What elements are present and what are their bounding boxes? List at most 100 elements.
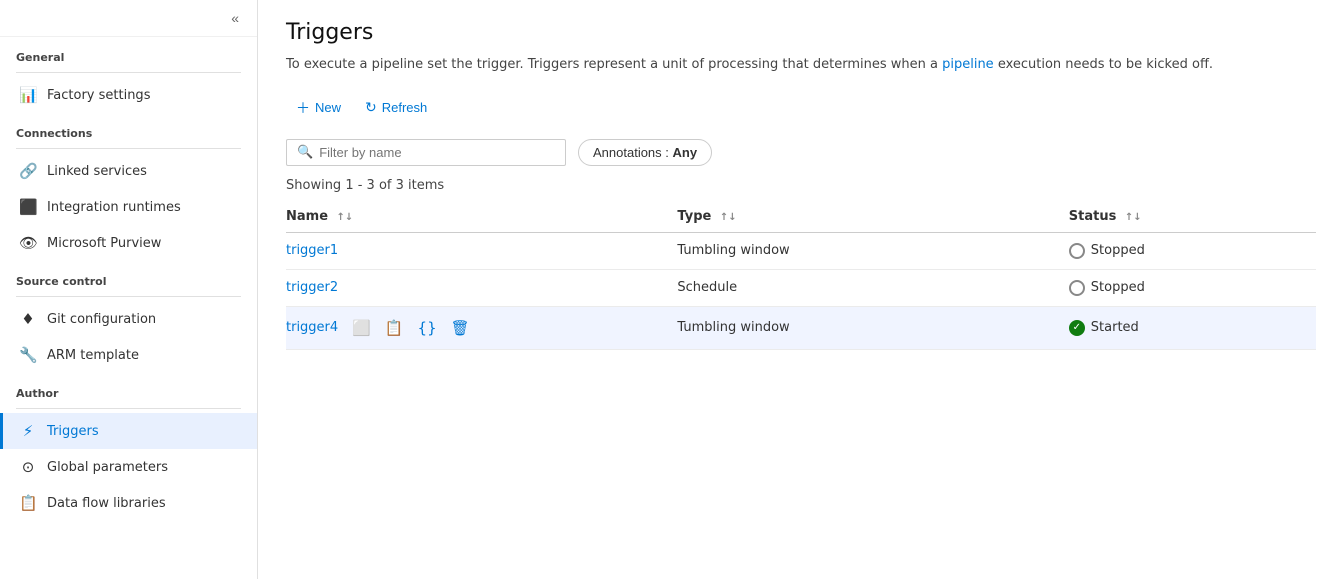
sidebar-item-label: Git configuration — [47, 312, 156, 327]
annotations-label: Annotations — [593, 145, 662, 160]
sidebar-item-integration-runtimes[interactable]: ⬛ Integration runtimes — [0, 189, 257, 225]
row-action-delete-icon[interactable]: 🗑 — [447, 317, 474, 339]
search-icon: 🔍 — [297, 145, 313, 160]
filter-input-wrapper: 🔍 — [286, 139, 566, 166]
sidebar-item-label: Triggers — [47, 424, 99, 439]
sidebar-collapse-control: « — [0, 0, 257, 37]
desc-text-2: execution needs to be kicked off. — [994, 57, 1213, 72]
page-description: To execute a pipeline set the trigger. T… — [286, 55, 1316, 75]
col-type-sort-icon: ↑↓ — [720, 212, 737, 223]
new-label: New — [315, 100, 341, 115]
filter-row: 🔍 Annotations : Any — [286, 139, 1316, 166]
annotations-filter-button[interactable]: Annotations : Any — [578, 139, 712, 166]
section-label-source-control: Source control — [0, 261, 257, 292]
triggers-table: Name ↑↓ Type ↑↓ Status ↑↓ trigger1 Tum — [286, 201, 1316, 350]
count-label: Showing 1 - 3 of 3 items — [286, 178, 1316, 193]
divider-general — [16, 72, 241, 73]
annotations-colon: : — [665, 145, 672, 160]
new-icon: ＋ — [296, 98, 310, 118]
row-name-cell: trigger2 — [286, 269, 677, 306]
row-actions: ⬜ 📋 {} 🗑 — [348, 317, 474, 339]
integration-runtimes-icon: ⬛ — [19, 198, 37, 216]
triggers-icon: ⚡ — [19, 422, 37, 440]
stopped-icon-2 — [1069, 280, 1085, 296]
refresh-button[interactable]: ↻ Refresh — [355, 94, 437, 121]
sidebar-item-triggers[interactable]: ⚡ Triggers — [0, 413, 257, 449]
started-icon — [1069, 320, 1085, 336]
status-stopped-1: Stopped — [1069, 243, 1304, 259]
col-name-sort-icon: ↑↓ — [337, 212, 354, 223]
sidebar-item-label: Microsoft Purview — [47, 236, 161, 251]
sidebar-item-microsoft-purview[interactable]: 👁 Microsoft Purview — [0, 225, 257, 261]
pipeline-link[interactable]: pipeline — [942, 57, 994, 72]
global-params-icon: ⊙ — [19, 458, 37, 476]
status-label-3: Started — [1091, 320, 1139, 335]
sidebar-item-linked-services[interactable]: 🔗 Linked services — [0, 153, 257, 189]
col-header-name[interactable]: Name ↑↓ — [286, 201, 677, 233]
row-status-cell: Stopped — [1069, 232, 1316, 269]
trigger2-link[interactable]: trigger2 — [286, 280, 338, 295]
page-title: Triggers — [286, 20, 1316, 45]
col-type-label: Type — [677, 209, 711, 224]
purview-icon: 👁 — [19, 234, 37, 252]
section-label-author: Author — [0, 373, 257, 404]
git-icon: ♦ — [19, 310, 37, 328]
sidebar-item-label: ARM template — [47, 348, 139, 363]
row-status-cell: Stopped — [1069, 269, 1316, 306]
col-status-sort-icon: ↑↓ — [1125, 212, 1142, 223]
sidebar-item-factory-settings[interactable]: 📊 Factory settings — [0, 77, 257, 113]
stopped-icon-1 — [1069, 243, 1085, 259]
sidebar-item-global-parameters[interactable]: ⊙ Global parameters — [0, 449, 257, 485]
table-header: Name ↑↓ Type ↑↓ Status ↑↓ — [286, 201, 1316, 233]
col-status-label: Status — [1069, 209, 1117, 224]
sidebar: « General 📊 Factory settings Connections… — [0, 0, 258, 579]
table-row: trigger2 Schedule Stopped — [286, 269, 1316, 306]
arm-template-icon: 🔧 — [19, 346, 37, 364]
divider-author — [16, 408, 241, 409]
sidebar-item-git-configuration[interactable]: ♦ Git configuration — [0, 301, 257, 337]
sidebar-collapse-button[interactable]: « — [225, 8, 245, 28]
trigger1-link[interactable]: trigger1 — [286, 243, 338, 258]
col-header-status[interactable]: Status ↑↓ — [1069, 201, 1316, 233]
col-header-type[interactable]: Type ↑↓ — [677, 201, 1068, 233]
row-action-copy-icon[interactable]: 📋 — [381, 317, 408, 339]
row-action-json-icon[interactable]: {} — [414, 317, 441, 339]
section-label-connections: Connections — [0, 113, 257, 144]
linked-services-icon: 🔗 — [19, 162, 37, 180]
sidebar-item-label: Integration runtimes — [47, 200, 181, 215]
filter-input[interactable] — [319, 145, 555, 160]
sidebar-item-label: Global parameters — [47, 460, 168, 475]
table-row: trigger1 Tumbling window Stopped — [286, 232, 1316, 269]
refresh-icon: ↻ — [365, 99, 377, 116]
row-type-cell: Tumbling window — [677, 232, 1068, 269]
data-flow-libraries-icon: 📋 — [19, 494, 37, 512]
sidebar-item-label: Data flow libraries — [47, 496, 166, 511]
trigger4-link[interactable]: trigger4 — [286, 320, 338, 335]
col-name-label: Name — [286, 209, 328, 224]
refresh-label: Refresh — [382, 100, 428, 115]
annotations-value: Any — [673, 145, 698, 160]
status-label-1: Stopped — [1091, 243, 1145, 258]
status-label-2: Stopped — [1091, 280, 1145, 295]
row-name-cell: trigger4 ⬜ 📋 {} 🗑 — [286, 306, 677, 349]
status-stopped-2: Stopped — [1069, 280, 1304, 296]
factory-settings-icon: 📊 — [19, 86, 37, 104]
sidebar-item-label: Linked services — [47, 164, 147, 179]
row-name-cell: trigger1 — [286, 232, 677, 269]
sidebar-item-arm-template[interactable]: 🔧 ARM template — [0, 337, 257, 373]
desc-text-1: To execute a pipeline set the trigger. T… — [286, 57, 942, 72]
row-type-cell: Tumbling window — [677, 306, 1068, 349]
toolbar: ＋ New ↻ Refresh — [286, 93, 1316, 123]
table-row: trigger4 ⬜ 📋 {} 🗑 Tumbling window Starte… — [286, 306, 1316, 349]
divider-source-control — [16, 296, 241, 297]
row-action-clone-icon[interactable]: ⬜ — [348, 317, 375, 339]
sidebar-item-label: Factory settings — [47, 88, 150, 103]
status-started: Started — [1069, 320, 1304, 336]
table-body: trigger1 Tumbling window Stopped trigger… — [286, 232, 1316, 349]
row-type-cell: Schedule — [677, 269, 1068, 306]
sidebar-item-data-flow-libraries[interactable]: 📋 Data flow libraries — [0, 485, 257, 521]
row-status-cell: Started — [1069, 306, 1316, 349]
new-button[interactable]: ＋ New — [286, 93, 351, 123]
section-label-general: General — [0, 37, 257, 68]
main-panel: Triggers To execute a pipeline set the t… — [258, 0, 1344, 579]
